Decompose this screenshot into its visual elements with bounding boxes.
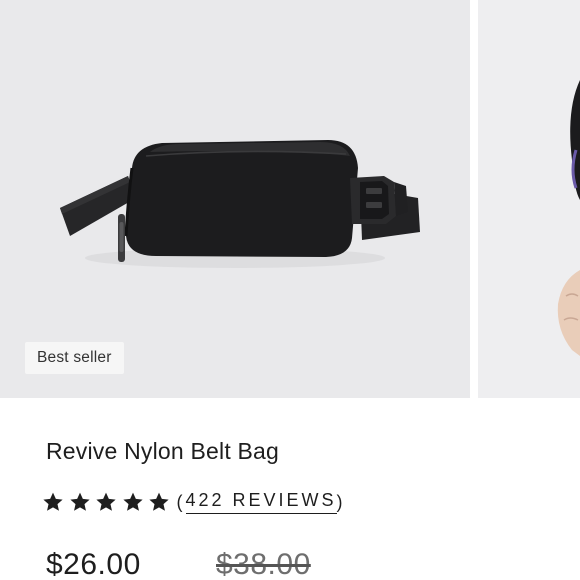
reviews-count: (422 REVIEWS) xyxy=(177,490,346,514)
belt-bag-image xyxy=(60,140,420,268)
model-image-partial xyxy=(557,80,580,356)
reviews-close-paren: ) xyxy=(336,491,346,512)
price-row: $26.00 $38.00 xyxy=(46,548,310,580)
sale-price: $26.00 xyxy=(46,548,141,580)
product-title[interactable]: Revive Nylon Belt Bag xyxy=(46,438,279,465)
best-seller-badge: Best seller xyxy=(25,342,124,374)
star-filled-icon xyxy=(122,492,143,511)
star-filled-icon xyxy=(69,492,90,511)
star-filled-icon xyxy=(149,492,169,511)
rating-row: (422 REVIEWS) xyxy=(42,488,346,516)
product-card: Best seller Revive Nylon Belt Bag (422 R… xyxy=(0,0,580,580)
reviews-link[interactable]: 422 REVIEWS xyxy=(185,490,337,514)
product-image-next[interactable] xyxy=(478,0,580,398)
product-image-carousel[interactable]: Best seller xyxy=(0,0,580,398)
reviews-open-paren: ( xyxy=(176,491,186,512)
original-price: $38.00 xyxy=(216,548,311,580)
product-image-main[interactable]: Best seller xyxy=(0,0,470,398)
star-filled-icon xyxy=(96,492,116,511)
star-filled-icon xyxy=(43,492,63,511)
